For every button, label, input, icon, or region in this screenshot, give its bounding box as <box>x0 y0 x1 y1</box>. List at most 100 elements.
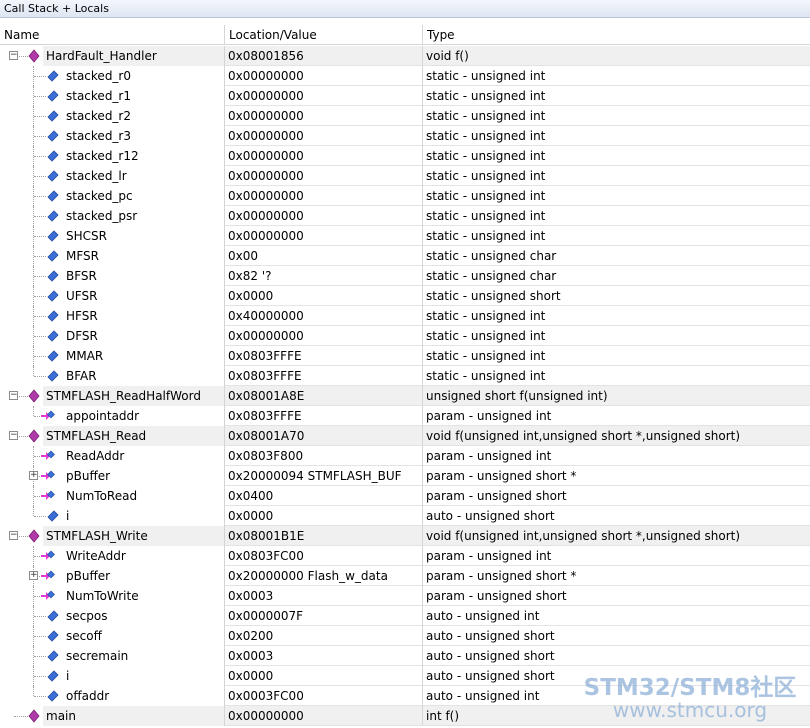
collapse-icon[interactable]: − <box>9 51 18 60</box>
tree-line <box>34 96 46 97</box>
name-cell: MFSR <box>0 246 225 266</box>
value-cell[interactable]: 0x0000 <box>225 666 423 686</box>
value-cell[interactable]: 0x0803FFFE <box>225 366 423 386</box>
type-cell: param - unsigned short <box>423 486 810 506</box>
type-cell: static - unsigned int <box>423 226 810 246</box>
column-name-header[interactable]: Name <box>0 25 225 45</box>
type-cell: param - unsigned short <box>423 586 810 606</box>
variable-name: NumToWrite <box>66 589 139 603</box>
type-cell: auto - unsigned short <box>423 666 810 686</box>
local-variable-row[interactable]: i 0x0000 auto - unsigned short <box>0 666 810 686</box>
column-type-header[interactable]: Type <box>423 25 810 45</box>
value-cell[interactable]: 0x00000000 <box>225 706 423 726</box>
column-value-header[interactable]: Location/Value <box>225 25 423 45</box>
local-variable-row[interactable]: secremain 0x0003 auto - unsigned short <box>0 646 810 666</box>
value-cell[interactable]: 0x00000000 <box>225 226 423 246</box>
tree-line <box>34 156 46 157</box>
value-cell[interactable]: 0x0003 <box>225 586 423 606</box>
value-cell[interactable]: 0x0200 <box>225 626 423 646</box>
tree-line <box>34 116 46 117</box>
value-cell[interactable]: 0x00 <box>225 246 423 266</box>
variable-icon <box>46 229 60 243</box>
collapse-icon[interactable]: − <box>9 431 18 440</box>
local-variable-row[interactable]: stacked_r1 0x00000000 static - unsigned in… <box>0 86 810 106</box>
type-cell: unsigned short f(unsigned int) <box>423 386 810 406</box>
type-cell: auto - unsigned short <box>423 646 810 666</box>
local-variable-row[interactable]: stacked_r12 0x00000000 static - unsigned i… <box>0 146 810 166</box>
value-cell[interactable]: 0x0400 <box>225 486 423 506</box>
value-cell[interactable]: 0x0003 <box>225 646 423 666</box>
value-cell[interactable]: 0x00000000 <box>225 186 423 206</box>
local-variable-row[interactable]: UFSR 0x0000 static - unsigned short <box>0 286 810 306</box>
value-cell[interactable]: 0x0000007F <box>225 606 423 626</box>
call-stack-frame[interactable]: − HardFault_Handler 0x08001856 void f() <box>0 46 810 66</box>
local-variable-row[interactable]: MMAR 0x0803FFFE static - unsigned int <box>0 346 810 366</box>
local-variable-row[interactable]: + pBuffer 0x20000094 STMFLASH_BUF param - u… <box>0 466 810 486</box>
name-cell: stacked_pc <box>0 186 225 206</box>
local-variable-row[interactable]: SHCSR 0x00000000 static - unsigned int <box>0 226 810 246</box>
variable-icon <box>46 269 60 283</box>
local-variable-row[interactable]: stacked_psr 0x00000000 static - unsigned i… <box>0 206 810 226</box>
local-variable-row[interactable]: stacked_lr 0x00000000 static - unsigned in… <box>0 166 810 186</box>
value-cell[interactable]: 0x0803FC00 <box>225 546 423 566</box>
column-header: Name Location/Value Type <box>0 25 810 45</box>
value-cell[interactable]: 0x00000000 <box>225 206 423 226</box>
value-cell[interactable]: 0x08001B1E <box>225 526 423 546</box>
value-cell[interactable]: 0x08001856 <box>225 46 423 66</box>
value-cell[interactable]: 0x0003FC00 <box>225 686 423 706</box>
collapse-icon[interactable]: − <box>9 531 18 540</box>
value-cell[interactable]: 0x20000000 Flash_w_data <box>225 566 423 586</box>
value-cell[interactable]: 0x40000000 <box>225 306 423 326</box>
local-variable-row[interactable]: + pBuffer 0x20000000 Flash_w_data param - u… <box>0 566 810 586</box>
tree-line <box>34 696 46 697</box>
value-cell[interactable]: 0x20000094 STMFLASH_BUF <box>225 466 423 486</box>
parameter-icon <box>41 569 55 583</box>
local-variable-row[interactable]: MFSR 0x00 static - unsigned char <box>0 246 810 266</box>
value-cell[interactable]: 0x00000000 <box>225 66 423 86</box>
local-variable-row[interactable]: BFSR 0x82 '? static - unsigned char <box>0 266 810 286</box>
expand-icon[interactable]: + <box>29 471 38 480</box>
local-variable-row[interactable]: stacked_r3 0x00000000 static - unsigned in… <box>0 126 810 146</box>
local-variable-row[interactable]: DFSR 0x00000000 static - unsigned int <box>0 326 810 346</box>
value-cell[interactable]: 0x0803F800 <box>225 446 423 466</box>
value-cell[interactable]: 0x82 '? <box>225 266 423 286</box>
local-variable-row[interactable]: secpos 0x0000007F auto - unsigned int <box>0 606 810 626</box>
local-variable-row[interactable]: NumToRead 0x0400 param - unsigned short <box>0 486 810 506</box>
local-variable-row[interactable]: NumToWrite 0x0003 param - unsigned short <box>0 586 810 606</box>
value-cell[interactable]: 0x00000000 <box>225 166 423 186</box>
call-stack-frame[interactable]: − STMFLASH_Write 0x08001B1E void f(unsigned… <box>0 526 810 546</box>
expand-icon[interactable]: + <box>29 571 38 580</box>
local-variable-row[interactable]: secoff 0x0200 auto - unsigned short <box>0 626 810 646</box>
value-cell[interactable]: 0x00000000 <box>225 326 423 346</box>
local-variable-row[interactable]: stacked_r0 0x00000000 static - unsigned in… <box>0 66 810 86</box>
tree-line <box>34 376 46 377</box>
call-stack-frame[interactable]: − STMFLASH_Read 0x08001A70 void f(unsigned … <box>0 426 810 446</box>
type-cell: param - unsigned short * <box>423 566 810 586</box>
type-cell: static - unsigned int <box>423 106 810 126</box>
function-icon <box>27 429 41 443</box>
local-variable-row[interactable]: WriteAddr 0x0803FC00 param - unsigned int <box>0 546 810 566</box>
local-variable-row[interactable]: offaddr 0x0003FC00 auto - unsigned int <box>0 686 810 706</box>
name-cell: main <box>0 706 225 726</box>
local-variable-row[interactable]: appointaddr 0x0803FFFE param - unsigned in… <box>0 406 810 426</box>
local-variable-row[interactable]: stacked_r2 0x00000000 static - unsigned in… <box>0 106 810 126</box>
value-cell[interactable]: 0x08001A70 <box>225 426 423 446</box>
local-variable-row[interactable]: i 0x0000 auto - unsigned short <box>0 506 810 526</box>
value-cell[interactable]: 0x00000000 <box>225 126 423 146</box>
value-cell[interactable]: 0x0000 <box>225 286 423 306</box>
value-cell[interactable]: 0x0803FFFE <box>225 346 423 366</box>
local-variable-row[interactable]: ReadAddr 0x0803F800 param - unsigned int <box>0 446 810 466</box>
value-cell[interactable]: 0x00000000 <box>225 106 423 126</box>
call-stack-frame[interactable]: main 0x00000000 int f() <box>0 706 810 726</box>
value-cell[interactable]: 0x08001A8E <box>225 386 423 406</box>
call-stack-frame[interactable]: − STMFLASH_ReadHalfWord 0x08001A8E unsigned… <box>0 386 810 406</box>
value-cell[interactable]: 0x00000000 <box>225 86 423 106</box>
value-cell[interactable]: 0x00000000 <box>225 146 423 166</box>
local-variable-row[interactable]: stacked_pc 0x00000000 static - unsigned in… <box>0 186 810 206</box>
local-variable-row[interactable]: BFAR 0x0803FFFE static - unsigned int <box>0 366 810 386</box>
tree-line <box>34 616 46 617</box>
local-variable-row[interactable]: HFSR 0x40000000 static - unsigned int <box>0 306 810 326</box>
value-cell[interactable]: 0x0803FFFE <box>225 406 423 426</box>
value-cell[interactable]: 0x0000 <box>225 506 423 526</box>
collapse-icon[interactable]: − <box>9 391 18 400</box>
